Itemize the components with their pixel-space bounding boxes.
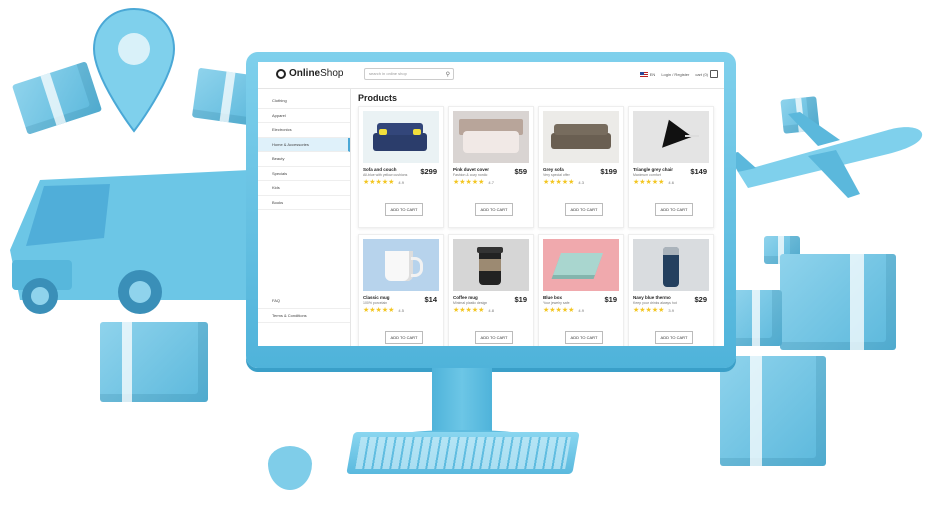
product-image[interactable] <box>633 239 709 291</box>
sidebar-item-clothing[interactable]: Clothing <box>258 94 350 109</box>
package-box-icon <box>100 322 208 402</box>
add-to-cart-button[interactable]: ADD TO CART <box>475 331 513 344</box>
sidebar-item-books[interactable]: Books <box>258 196 350 210</box>
sidebar-item-faq[interactable]: FAQ <box>258 294 350 309</box>
product-price: $149 <box>690 167 707 176</box>
product-card[interactable]: Grey sofa Very special offer $199 ★★★★★ 4… <box>538 106 624 228</box>
rating-stars: ★★★★★ 4.9 <box>543 307 584 314</box>
cart-button[interactable]: cart (0) <box>695 70 718 78</box>
product-image[interactable] <box>543 239 619 291</box>
product-image[interactable] <box>363 111 439 163</box>
page-title: Products <box>358 93 398 103</box>
product-card[interactable]: Pink duvet cover Fashion & cozy nordic $… <box>448 106 534 228</box>
search-icon[interactable]: ⚲ <box>446 70 450 80</box>
sidebar-item-electronics[interactable]: Electronics <box>258 123 350 138</box>
rating-value: 4.9 <box>578 308 584 313</box>
login-register-link[interactable]: Login / Register <box>661 72 689 77</box>
product-card[interactable]: Coffee mug Minimal plastic design $19 ★★… <box>448 234 534 346</box>
product-price: $59 <box>514 167 527 176</box>
sidebar-item-beauty[interactable]: Beauty <box>258 152 350 167</box>
add-to-cart-button[interactable]: ADD TO CART <box>655 203 693 216</box>
rating-stars: ★★★★★ 4.3 <box>543 179 584 186</box>
product-card[interactable]: Classic mug 100% porcelain $14 ★★★★★ 4.5 … <box>358 234 444 346</box>
sidebar-item-specials[interactable]: Specials <box>258 167 350 181</box>
add-to-cart-button[interactable]: ADD TO CART <box>385 203 423 216</box>
language-label: EN <box>649 71 656 77</box>
top-bar: OnlineShop search in online shop ⚲ EN Lo… <box>258 62 724 89</box>
product-image[interactable] <box>453 239 529 291</box>
language-selector[interactable]: EN <box>639 71 656 77</box>
rating-value: 4.8 <box>488 308 494 313</box>
search-input[interactable]: search in online shop ⚲ <box>364 68 454 80</box>
sidebar-item-apparel[interactable]: Apparel <box>258 109 350 123</box>
delivery-van-icon <box>10 170 262 314</box>
rating-value: 4.5 <box>398 308 404 313</box>
mouse-icon <box>268 446 312 490</box>
add-to-cart-button[interactable]: ADD TO CART <box>655 331 693 344</box>
add-to-cart-button[interactable]: ADD TO CART <box>565 331 603 344</box>
rating-value: 3.9 <box>668 308 674 313</box>
product-price: $19 <box>604 295 617 304</box>
monitor-stand <box>432 368 492 438</box>
package-box-icon <box>732 290 782 346</box>
cart-icon <box>710 70 718 78</box>
keyboard-icon <box>346 432 580 474</box>
rating-stars: ★★★★★ 4.8 <box>453 307 494 314</box>
screen: OnlineShop search in online shop ⚲ EN Lo… <box>258 62 724 346</box>
rating-value: 4.9 <box>398 180 404 185</box>
logo-text-bold: Online <box>289 68 321 79</box>
product-image[interactable] <box>453 111 529 163</box>
product-price: $14 <box>424 295 437 304</box>
product-grid: Sofa and couch All-blue with yellow cush… <box>358 106 724 346</box>
product-card[interactable]: Triangle grey chair Maximum comfort $149… <box>628 106 714 228</box>
rating-stars: ★★★★★ 4.7 <box>453 179 494 186</box>
us-flag-icon <box>639 71 648 77</box>
airplane-icon <box>728 112 923 198</box>
product-card[interactable]: Blue box Your jewelry safe $19 ★★★★★ 4.9 … <box>538 234 624 346</box>
product-image[interactable] <box>633 111 709 163</box>
sidebar: Clothing Apparel Electronics Home & Acce… <box>258 88 351 346</box>
logo[interactable]: OnlineShop <box>276 68 343 79</box>
product-card[interactable]: Sofa and couch All-blue with yellow cush… <box>358 106 444 228</box>
product-price: $29 <box>694 295 707 304</box>
product-price: $199 <box>600 167 617 176</box>
add-to-cart-button[interactable]: ADD TO CART <box>565 203 603 216</box>
main-content: Products Sofa and couch All-blue with ye… <box>358 92 724 346</box>
rating-stars: ★★★★★ 4.9 <box>363 179 404 186</box>
product-price: $19 <box>514 295 527 304</box>
package-box-icon <box>720 356 826 466</box>
search-placeholder: search in online shop <box>369 71 407 76</box>
cart-label: cart (0) <box>695 71 708 77</box>
location-pin-icon <box>92 7 176 133</box>
sidebar-item-kids[interactable]: Kids <box>258 181 350 196</box>
rating-value: 4.7 <box>488 180 494 185</box>
rating-stars: ★★★★★ 3.9 <box>633 307 674 314</box>
package-box-icon <box>780 254 896 350</box>
rating-stars: ★★★★★ 4.6 <box>633 179 674 186</box>
product-image[interactable] <box>363 239 439 291</box>
rating-value: 4.6 <box>668 180 674 185</box>
header-actions: EN Login / Register cart (0) <box>639 70 718 78</box>
logo-text-regular: Shop <box>320 68 344 79</box>
logo-icon <box>276 68 286 79</box>
product-card[interactable]: Navy blue thermo Keep your drinks always… <box>628 234 714 346</box>
sidebar-item-home-accessories[interactable]: Home & Accessories <box>258 137 350 152</box>
rating-value: 4.3 <box>578 180 584 185</box>
monitor: OnlineShop search in online shop ⚲ EN Lo… <box>246 52 736 368</box>
rating-stars: ★★★★★ 4.5 <box>363 307 404 314</box>
add-to-cart-button[interactable]: ADD TO CART <box>475 203 513 216</box>
product-image[interactable] <box>543 111 619 163</box>
product-price: $299 <box>420 167 437 176</box>
add-to-cart-button[interactable]: ADD TO CART <box>385 331 423 344</box>
sidebar-item-terms[interactable]: Terms & Conditions <box>258 309 350 323</box>
